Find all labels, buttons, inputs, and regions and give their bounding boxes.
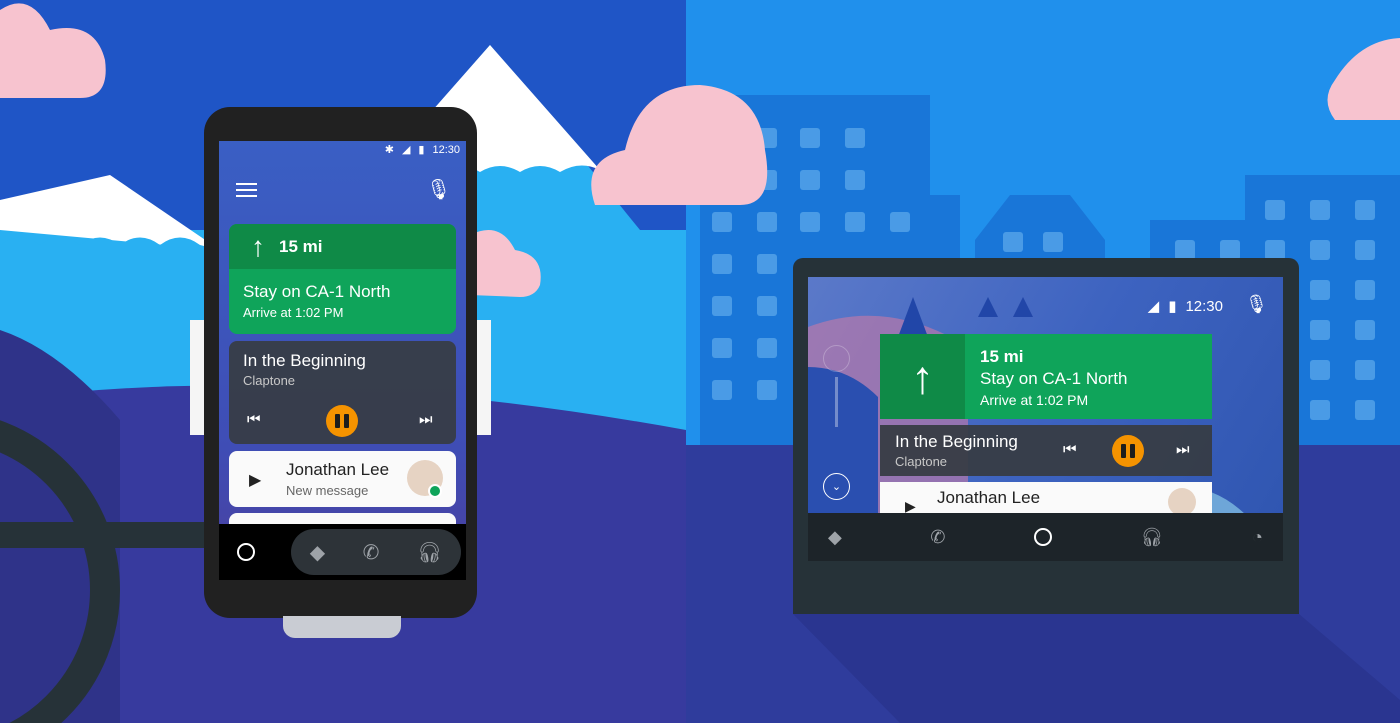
car-screen: ◢ ▮ 12:30 🎙︎ ⌄ ↑ 15 mi Stay on CA-1 Nort… [808,277,1283,561]
pause-button[interactable] [1112,435,1144,467]
hangouts-icon [428,484,442,498]
straight-arrow-icon: ↑ [880,334,965,419]
avatar [1168,488,1196,516]
phone-screen: ✱ ◢ ▮ 12:30 🎙︎ ↑ 15 mi Stay on CA-1 Nort… [219,141,466,580]
skip-previous-icon[interactable]: ⏮︎ [247,411,261,428]
nav-instruction: Stay on CA-1 North [980,369,1128,388]
mic-icon[interactable]: 🎙︎ [426,177,451,202]
bottom-bar: ◆ ✆ 🎧︎ [219,524,466,580]
battery-icon: ▮ [418,144,425,156]
nav-arrival: Arrive at 1:02 PM [980,392,1089,408]
media-card[interactable]: In the Beginning Claptone ⏮︎ ⏭︎ [229,341,456,444]
play-icon[interactable]: ▶ [249,470,261,490]
nav-distance: 15 mi [279,236,323,256]
phone-stand [283,616,401,638]
bluetooth-icon: ✱ [384,144,394,156]
skip-next-icon[interactable]: ⏭︎ [419,411,433,428]
skip-next-icon[interactable]: ⏭︎ [1176,441,1190,458]
signal-icon: ◢ [401,144,411,156]
home-icon[interactable] [237,543,255,561]
media-title: In the Beginning [243,351,366,370]
scrollbar[interactable] [835,377,838,427]
status-time: 12:30 [1185,297,1223,315]
media-title: In the Beginning [895,432,1018,451]
status-time: 12:30 [432,143,460,156]
media-artist: Claptone [895,454,948,469]
contact-name: Jonathan Lee [937,488,1041,507]
contact-name: Jonathan Lee [286,460,390,479]
headphones-icon[interactable]: 🎧︎ [1141,527,1164,548]
nav-distance: 15 mi [980,347,1024,366]
bottom-bar: ◆ ✆ 🎧︎ ◔ [808,513,1283,561]
status-bar: ◢ ▮ 12:30 [1147,297,1223,316]
nav-instruction: Stay on CA-1 North [243,282,391,301]
nav-arrival: Arrive at 1:02 PM [243,305,344,320]
exit-icon[interactable]: ◔ [1252,527,1263,548]
message-subtitle: New message [286,483,369,498]
navigation-icon[interactable]: ◆ [828,527,842,548]
mic-icon[interactable]: 🎙︎ [1245,294,1268,315]
navigation-icon[interactable]: ◆ [310,540,325,565]
pause-button[interactable] [326,405,358,437]
media-artist: Claptone [243,373,296,388]
straight-arrow-icon: ↑ [251,230,265,262]
headphones-icon[interactable]: 🎧︎ [417,540,442,565]
scroll-down-button[interactable]: ⌄ [823,473,850,500]
phone-icon[interactable]: ✆ [930,527,945,548]
skip-previous-icon[interactable]: ⏮︎ [1063,441,1077,458]
navigation-card[interactable]: ↑ 15 mi Stay on CA-1 North Arrive at 1:0… [880,334,1212,419]
phone-icon[interactable]: ✆ [363,540,380,565]
home-icon[interactable] [1034,528,1053,546]
navigation-card[interactable]: ↑ 15 mi Stay on CA-1 North Arrive at 1:0… [229,224,456,334]
scroll-up-button[interactable] [823,345,850,372]
status-bar: ✱ ◢ ▮ 12:30 [384,143,460,157]
message-card[interactable]: ▶ Jonathan Lee New message [229,451,456,507]
media-card[interactable]: In the Beginning Claptone ⏮︎ ⏭︎ [880,425,1212,476]
menu-icon[interactable] [236,183,257,197]
signal-icon: ◢ [1147,298,1160,315]
battery-icon: ▮ [1168,298,1177,315]
